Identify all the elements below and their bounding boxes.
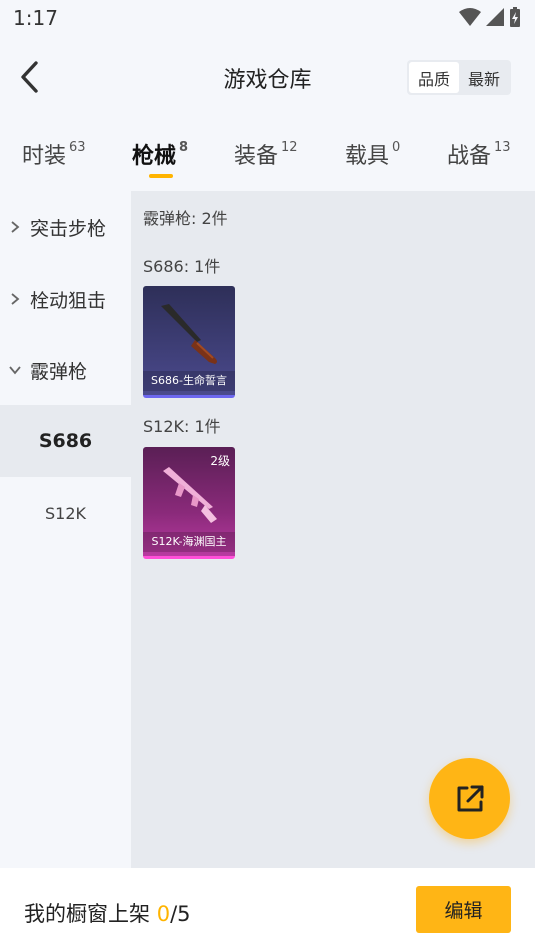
showcase-label: 我的橱窗上架 — [24, 902, 157, 926]
sort-toggle: 品质 最新 — [407, 60, 511, 95]
tab-fashion[interactable]: 时装 63 — [22, 138, 86, 170]
item-card-s12k[interactable]: 2级 S12K-海渊国主 — [143, 447, 235, 559]
tab-label: 战备 — [447, 144, 492, 169]
sidebar-category-label: 霰弹枪 — [30, 360, 88, 383]
header: 游戏仓库 品质 最新 — [0, 36, 535, 118]
status-time: 1:17 — [13, 6, 58, 30]
sidebar-category-shotgun[interactable]: 霰弹枪 — [0, 334, 131, 406]
battery-icon — [510, 7, 520, 27]
wifi-icon — [459, 8, 481, 26]
sidebar-item-s686[interactable]: S686 — [0, 405, 131, 477]
active-tab-indicator — [149, 174, 173, 178]
sidebar-category-assault-rifle[interactable]: 突击步枪 — [0, 191, 131, 263]
sidebar-category-label: 突击步枪 — [30, 217, 107, 240]
category-summary: 霰弹枪: 2件 — [143, 209, 228, 228]
tab-count: 0 — [392, 139, 401, 155]
showcase-total: /5 — [170, 902, 191, 926]
tab-count: 63 — [69, 139, 86, 155]
tab-label: 时装 — [22, 144, 67, 169]
status-icons — [459, 6, 521, 28]
edit-button[interactable]: 编辑 — [416, 886, 511, 933]
tab-weapons[interactable]: 枪械 8 — [132, 138, 188, 170]
tab-label: 装备 — [234, 144, 279, 169]
tab-count: 13 — [494, 139, 511, 155]
tab-equipment[interactable]: 装备 12 — [234, 138, 298, 170]
category-tabs: 时装 63 枪械 8 装备 12 载具 0 战备 13 — [0, 118, 535, 190]
tab-label: 枪械 — [132, 144, 177, 169]
rifle-icon — [163, 467, 217, 523]
tab-count: 8 — [179, 139, 189, 155]
showcase-status: 我的橱窗上架 0/5 — [24, 898, 191, 928]
status-bar: 1:17 — [0, 0, 535, 36]
showcase-count: 0 — [156, 902, 171, 926]
item-name: S686-生命誓言 — [143, 371, 235, 391]
chevron-right-icon — [0, 220, 30, 234]
share-button[interactable] — [429, 758, 510, 839]
sort-latest-option[interactable]: 最新 — [459, 62, 509, 93]
group-title-s12k: S12K: 1件 — [143, 417, 221, 436]
tab-label: 载具 — [345, 144, 390, 169]
tab-count: 12 — [281, 139, 298, 155]
sidebar-category-bolt-sniper[interactable]: 栓动狙击 — [0, 263, 131, 335]
item-name: S12K-海渊国主 — [143, 532, 235, 552]
sort-quality-option[interactable]: 品质 — [409, 62, 459, 93]
group-title-s686: S686: 1件 — [143, 257, 221, 276]
chevron-down-icon — [0, 365, 30, 375]
bottom-bar: 我的橱窗上架 0/5 编辑 — [0, 868, 535, 951]
chevron-right-icon — [0, 292, 30, 306]
tab-tactical-gear[interactable]: 战备 13 — [447, 138, 511, 170]
signal-icon — [486, 8, 504, 26]
sidebar-item-s12k[interactable]: S12K — [0, 477, 131, 549]
sidebar: 突击步枪 栓动狙击 霰弹枪 S686 S12K — [0, 191, 131, 868]
shotgun-icon — [161, 304, 217, 364]
external-link-icon — [457, 785, 483, 811]
sidebar-category-label: 栓动狙击 — [30, 289, 107, 312]
tab-vehicles[interactable]: 载具 0 — [345, 138, 400, 170]
item-card-s686[interactable]: S686-生命誓言 — [143, 286, 235, 398]
